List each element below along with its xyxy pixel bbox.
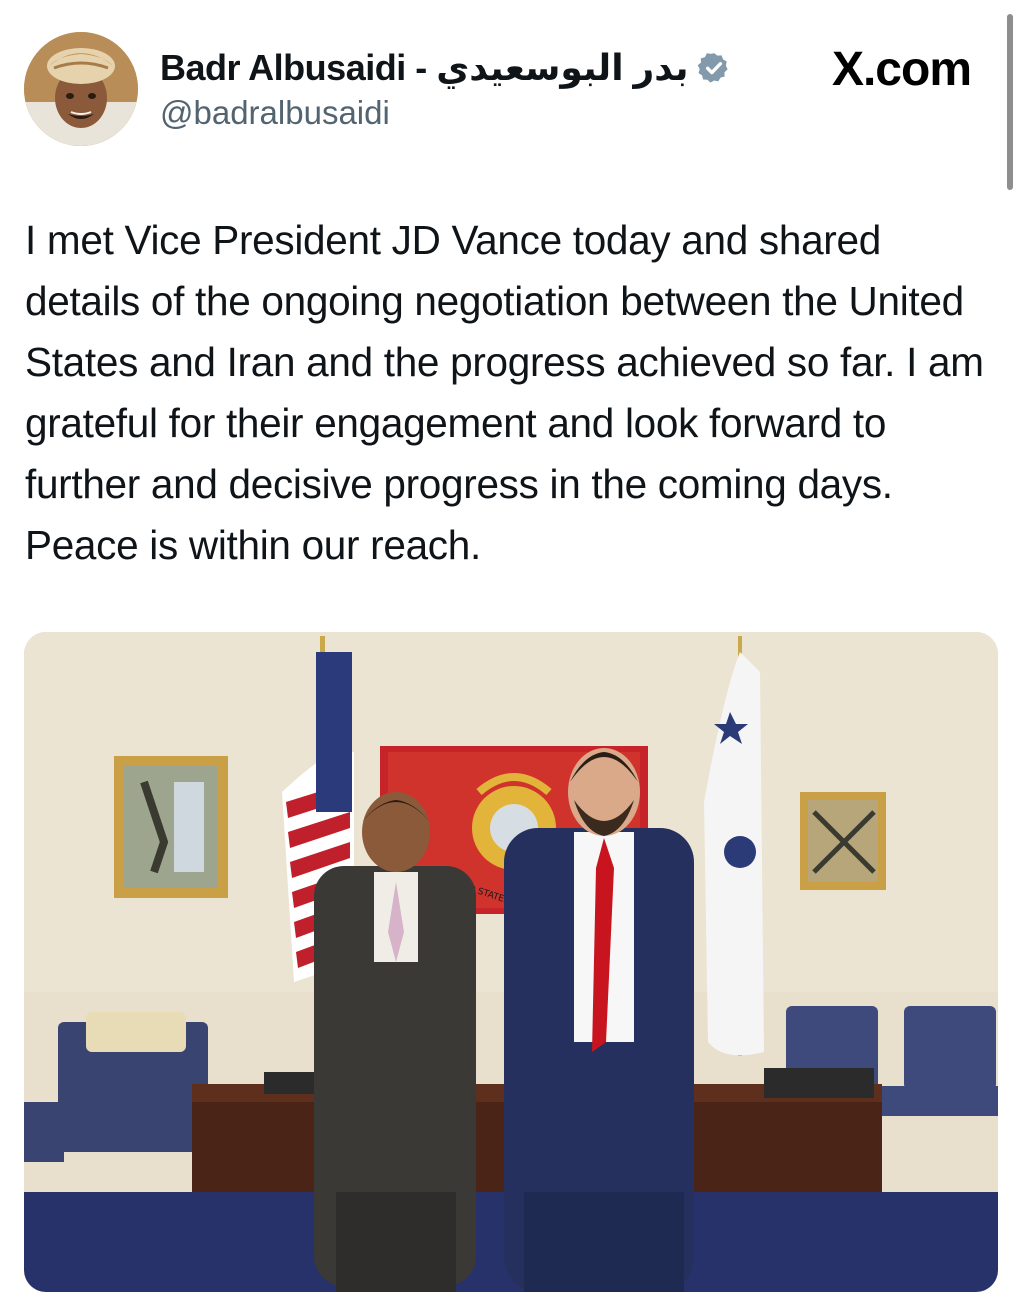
verified-badge-icon[interactable]	[697, 51, 731, 85]
meeting-photo: UNITED STATES	[24, 632, 998, 1292]
avatar-photo	[24, 32, 138, 146]
site-label: X.com	[831, 43, 972, 96]
post-header: Badr Albusaidi - بدر البوسعيدي @badralbu…	[0, 0, 1021, 170]
author-display-name[interactable]: Badr Albusaidi - بدر البوسعيدي	[160, 47, 689, 89]
post-photo[interactable]: UNITED STATES	[24, 632, 998, 1292]
author-name-row: Badr Albusaidi - بدر البوسعيدي	[160, 44, 731, 92]
scrollbar[interactable]	[1007, 14, 1013, 190]
post-text: I met Vice President JD Vance today and …	[25, 217, 984, 568]
author-handle[interactable]: @badralbusaidi	[160, 94, 390, 132]
author-avatar[interactable]	[24, 32, 138, 146]
